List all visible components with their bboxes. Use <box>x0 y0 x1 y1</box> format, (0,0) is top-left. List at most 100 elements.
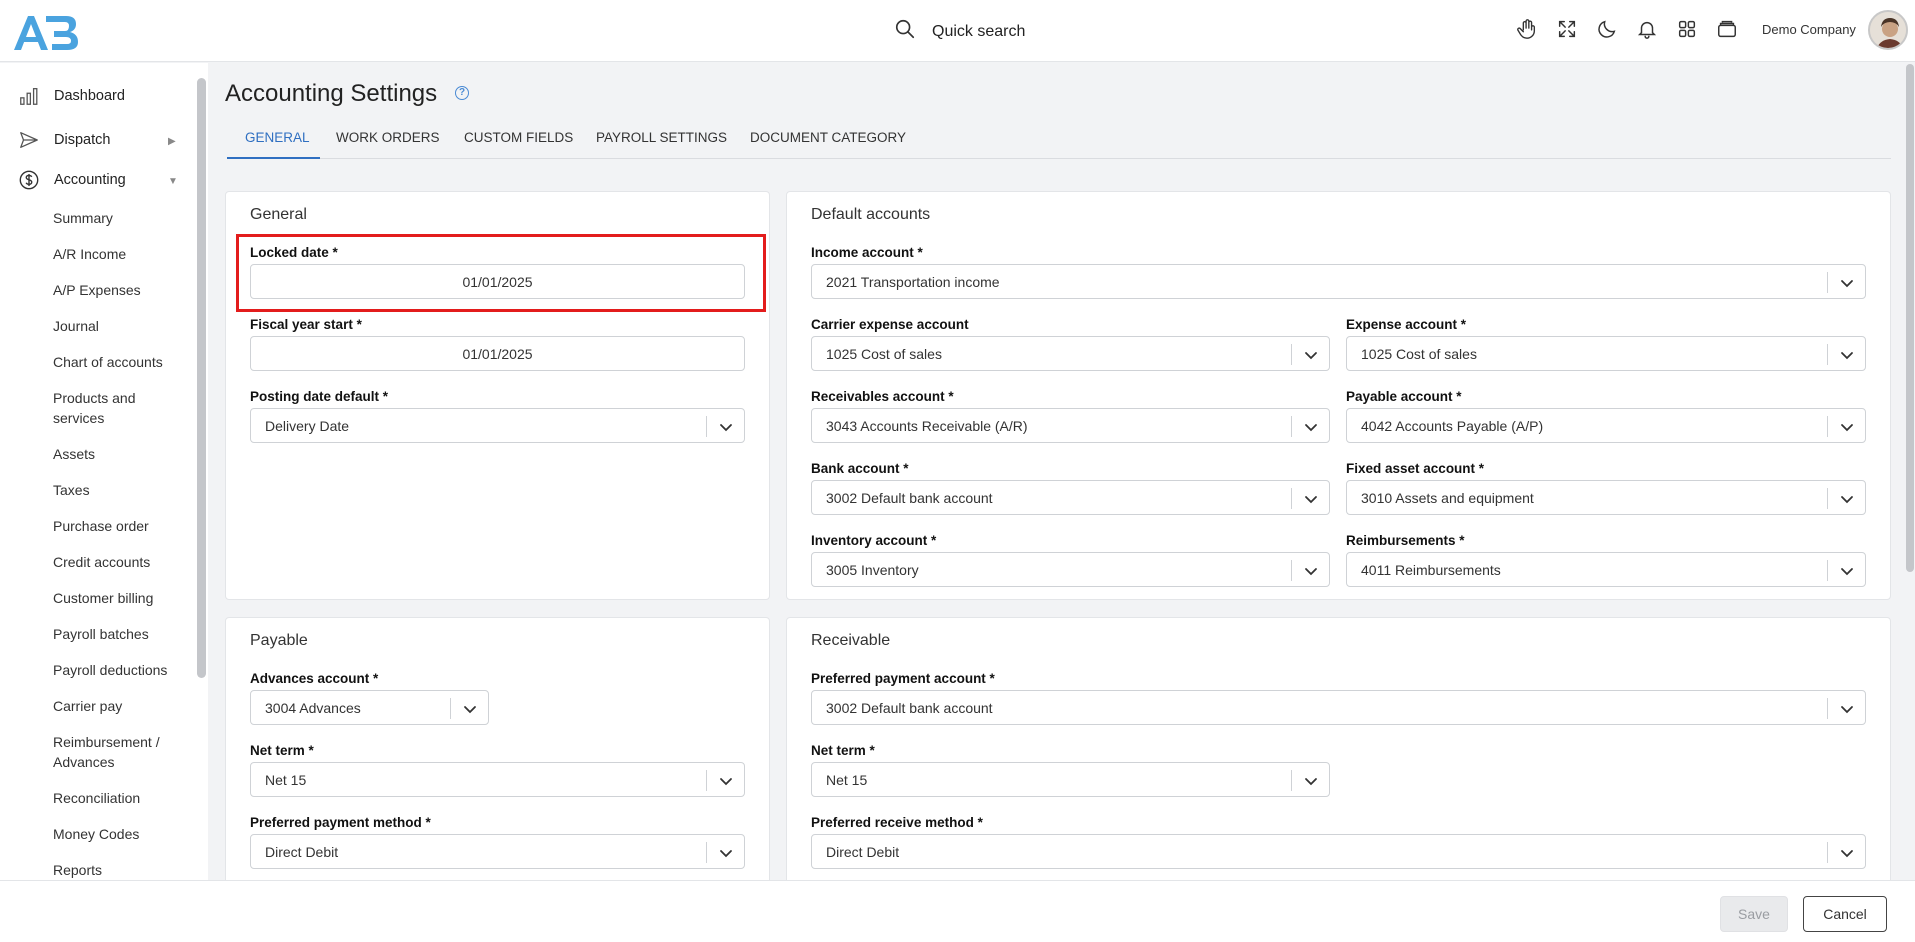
payable-card-title: Payable <box>250 632 308 649</box>
save-button[interactable]: Save <box>1720 896 1788 932</box>
expand-arrow-icon[interactable]: ▶ <box>168 136 176 147</box>
expense-account-select[interactable]: 1025 Cost of sales <box>1346 336 1866 371</box>
advances-account-label: Advances account * <box>250 671 379 686</box>
general-card-title: General <box>250 206 307 223</box>
income-account-select[interactable]: 2021 Transportation income <box>811 264 1866 299</box>
preferred-receive-method-value: Direct Debit <box>826 844 900 860</box>
tab-general[interactable]: GENERAL <box>245 130 310 145</box>
chevron-down-icon <box>1305 568 1317 576</box>
chevron-down-icon <box>1305 496 1317 504</box>
payable-account-value: 4042 Accounts Payable (A/P) <box>1361 418 1544 434</box>
fiscal-year-start-input[interactable]: 01/01/2025 <box>250 336 745 371</box>
tab-document-category[interactable]: DOCUMENT CATEGORY <box>750 130 906 145</box>
chevron-down-icon <box>1841 706 1853 714</box>
payable-net-term-select[interactable]: Net 15 <box>250 762 745 797</box>
advances-account-value: 3004 Advances <box>265 700 361 716</box>
fullscreen-icon[interactable] <box>1556 18 1578 40</box>
settings-tabs: GENERAL WORK ORDERS CUSTOM FIELDS PAYROL… <box>227 122 1891 159</box>
receivable-net-term-label: Net term * <box>811 743 875 758</box>
collapse-arrow-icon[interactable]: ▼ <box>168 176 178 187</box>
fixed-asset-account-value: 3010 Assets and equipment <box>1361 490 1534 506</box>
sidebar-item-journal[interactable]: Journal <box>53 316 193 336</box>
reimbursements-label: Reimbursements * <box>1346 533 1465 548</box>
preferred-payment-method-select[interactable]: Direct Debit <box>250 834 745 869</box>
fiscal-year-start-value: 01/01/2025 <box>462 346 533 362</box>
bell-icon[interactable] <box>1636 18 1658 40</box>
bank-account-select[interactable]: 3002 Default bank account <box>811 480 1330 515</box>
chevron-down-icon <box>720 778 732 786</box>
receivable-net-term-select[interactable]: Net 15 <box>811 762 1330 797</box>
fiscal-year-start-label: Fiscal year start * <box>250 317 362 332</box>
main-scrollbar[interactable] <box>1906 64 1914 572</box>
preferred-receive-method-label: Preferred receive method * <box>811 815 983 830</box>
reimbursements-value: 4011 Reimbursements <box>1361 562 1501 578</box>
receivables-account-select[interactable]: 3043 Accounts Receivable (A/R) <box>811 408 1330 443</box>
sidebar-scrollbar[interactable] <box>197 78 206 678</box>
sidebar-item-customer-billing[interactable]: Customer billing <box>53 588 193 608</box>
apps-grid-icon[interactable] <box>1676 18 1698 40</box>
sidebar-item-credit-accounts[interactable]: Credit accounts <box>53 552 193 572</box>
active-tab-indicator <box>227 157 320 159</box>
app-logo[interactable] <box>12 12 78 52</box>
carrier-expense-account-value: 1025 Cost of sales <box>826 346 942 362</box>
advances-account-select[interactable]: 3004 Advances <box>250 690 489 725</box>
sidebar-item-summary[interactable]: Summary <box>53 208 193 228</box>
moon-icon[interactable] <box>1596 18 1618 40</box>
hand-icon[interactable] <box>1516 18 1538 40</box>
tab-work-orders[interactable]: WORK ORDERS <box>336 130 440 145</box>
sidebar-item-dashboard[interactable]: Dashboard <box>18 85 125 107</box>
sidebar-item-products-and-services[interactable]: Products and services <box>53 388 153 428</box>
sidebar-item-payroll-batches[interactable]: Payroll batches <box>53 624 193 644</box>
avatar[interactable] <box>1868 10 1908 50</box>
sidebar-item-money-codes[interactable]: Money Codes <box>53 824 193 844</box>
receivables-account-value: 3043 Accounts Receivable (A/R) <box>826 418 1028 434</box>
sidebar-item-payroll-deductions[interactable]: Payroll deductions <box>53 660 193 680</box>
sidebar-item-taxes[interactable]: Taxes <box>53 480 193 500</box>
preferred-receive-method-select[interactable]: Direct Debit <box>811 834 1866 869</box>
payable-net-term-value: Net 15 <box>265 772 307 788</box>
payable-account-select[interactable]: 4042 Accounts Payable (A/P) <box>1346 408 1866 443</box>
inventory-account-value: 3005 Inventory <box>826 562 919 578</box>
chevron-down-icon <box>1841 496 1853 504</box>
sidebar-item-purchase-order[interactable]: Purchase order <box>53 516 193 536</box>
sidebar-item-chart-of-accounts[interactable]: Chart of accounts <box>53 352 193 372</box>
expense-account-value: 1025 Cost of sales <box>1361 346 1477 362</box>
sidebar-item-assets[interactable]: Assets <box>53 444 193 464</box>
quick-search[interactable]: Quick search <box>894 18 1025 45</box>
inventory-account-label: Inventory account * <box>811 533 937 548</box>
inventory-account-select[interactable]: 3005 Inventory <box>811 552 1330 587</box>
fixed-asset-account-label: Fixed asset account * <box>1346 461 1485 476</box>
footer-bar <box>0 880 1915 942</box>
tab-custom-fields[interactable]: CUSTOM FIELDS <box>464 130 573 145</box>
tab-payroll-settings[interactable]: PAYROLL SETTINGS <box>596 130 727 145</box>
chevron-down-icon <box>720 850 732 858</box>
sidebar-item-reconciliation[interactable]: Reconciliation <box>53 788 193 808</box>
preferred-payment-account-select[interactable]: 3002 Default bank account <box>811 690 1866 725</box>
posting-date-default-select[interactable]: Delivery Date <box>250 408 745 443</box>
sidebar-item-dispatch[interactable]: Dispatch <box>18 129 110 151</box>
chevron-down-icon <box>1305 778 1317 786</box>
chevron-down-icon <box>720 424 732 432</box>
chevron-down-icon <box>1841 850 1853 858</box>
sidebar-item-ar-income[interactable]: A/R Income <box>53 244 193 264</box>
company-name[interactable]: Demo Company <box>1762 22 1856 37</box>
sidebar-item-label: Accounting <box>54 172 126 188</box>
receivables-account-label: Receivables account * <box>811 389 954 404</box>
bank-account-value: 3002 Default bank account <box>826 490 993 506</box>
chevron-down-icon <box>1305 352 1317 360</box>
chevron-down-icon <box>1305 424 1317 432</box>
sidebar-item-carrier-pay[interactable]: Carrier pay <box>53 696 193 716</box>
reimbursements-select[interactable]: 4011 Reimbursements <box>1346 552 1866 587</box>
cancel-button[interactable]: Cancel <box>1803 896 1887 932</box>
sidebar-item-reimbursement-advances[interactable]: Reimbursement / Advances <box>53 732 173 772</box>
chevron-down-icon <box>1841 424 1853 432</box>
sidebar-item-accounting[interactable]: Accounting <box>18 169 126 191</box>
sidebar-item-reports[interactable]: Reports <box>53 860 193 880</box>
sidebar-item-ap-expenses[interactable]: A/P Expenses <box>53 280 193 300</box>
fixed-asset-account-select[interactable]: 3010 Assets and equipment <box>1346 480 1866 515</box>
help-icon[interactable]: ? <box>455 86 469 100</box>
top-bar: Quick search Demo Company <box>0 0 1915 62</box>
posting-date-default-value: Delivery Date <box>265 418 350 434</box>
wallet-icon[interactable] <box>1716 18 1738 40</box>
carrier-expense-account-select[interactable]: 1025 Cost of sales <box>811 336 1330 371</box>
